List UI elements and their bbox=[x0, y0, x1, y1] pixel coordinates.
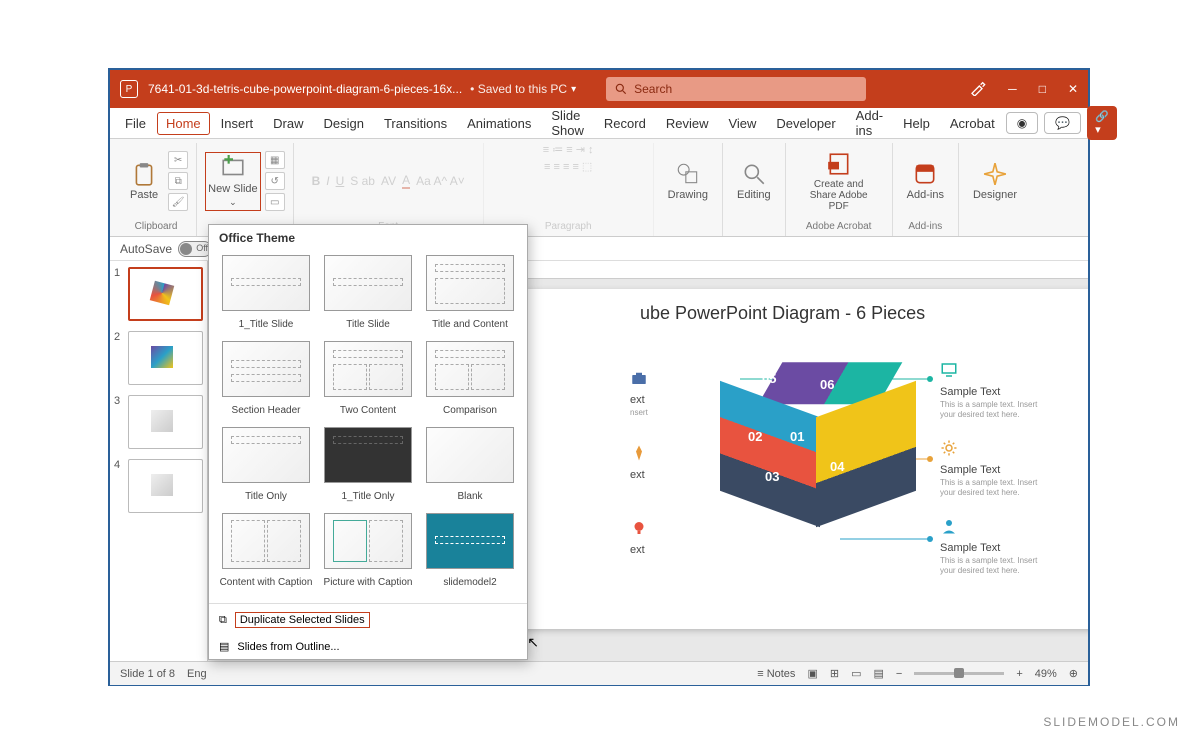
rocket-icon bbox=[630, 444, 648, 462]
menu-record[interactable]: Record bbox=[595, 111, 655, 136]
menu-draw[interactable]: Draw bbox=[264, 111, 312, 136]
menu-file[interactable]: File bbox=[116, 111, 155, 136]
close-button[interactable]: ✕ bbox=[1068, 82, 1078, 96]
designer-icon bbox=[982, 161, 1008, 187]
layout-option[interactable]: Comparison bbox=[423, 341, 517, 421]
minimize-button[interactable]: ─ bbox=[1008, 82, 1017, 96]
zoom-slider[interactable] bbox=[914, 672, 1004, 675]
sorter-view-button[interactable]: ⊞ bbox=[830, 667, 839, 680]
menu-animations[interactable]: Animations bbox=[458, 111, 540, 136]
menu-bar: File Home Insert Draw Design Transitions… bbox=[110, 108, 1088, 139]
layout-option[interactable]: Content with Caption bbox=[219, 513, 313, 593]
menu-review[interactable]: Review bbox=[657, 111, 718, 136]
slide-thumbnail-2[interactable]: 2 bbox=[114, 331, 203, 385]
shapes-icon bbox=[675, 161, 701, 187]
autosave-toggle[interactable]: Off bbox=[178, 241, 212, 257]
copy-button[interactable]: ⧉ bbox=[168, 172, 188, 190]
user-icon bbox=[940, 517, 958, 535]
title-bar: P 7641-01-3d-tetris-cube-powerpoint-diag… bbox=[110, 70, 1088, 108]
menu-addins[interactable]: Add-ins bbox=[847, 103, 892, 143]
maximize-button[interactable]: □ bbox=[1039, 82, 1046, 96]
outline-icon: ▤ bbox=[219, 640, 229, 653]
section-button[interactable]: ▭ bbox=[265, 193, 285, 211]
title-dropdown-icon[interactable]: ▾ bbox=[571, 84, 576, 95]
menu-design[interactable]: Design bbox=[315, 111, 373, 136]
menu-help[interactable]: Help bbox=[894, 111, 939, 136]
pdf-icon bbox=[826, 151, 852, 177]
editing-button[interactable]: Editing bbox=[731, 157, 777, 205]
ribbon: Paste ✂ ⧉ 🖌 Clipboard New Slide ⌄ ▦ ↺ bbox=[110, 139, 1088, 237]
reset-button[interactable]: ↺ bbox=[265, 172, 285, 190]
layout-option[interactable]: 1_Title Slide bbox=[219, 255, 313, 335]
powerpoint-app-icon: P bbox=[120, 80, 138, 98]
bulb-icon bbox=[630, 519, 648, 537]
menu-developer[interactable]: Developer bbox=[767, 111, 844, 136]
slide-thumbnail-panel[interactable]: 1 2 3 4 bbox=[110, 261, 208, 661]
search-icon bbox=[614, 82, 628, 96]
zoom-in-button[interactable]: + bbox=[1016, 668, 1022, 680]
language-status[interactable]: Eng bbox=[187, 668, 207, 680]
cursor-icon: ↖ bbox=[527, 634, 539, 651]
menu-slideshow[interactable]: Slide Show bbox=[542, 103, 593, 143]
briefcase-icon bbox=[630, 369, 648, 387]
notes-button[interactable]: ≡ Notes bbox=[757, 668, 795, 680]
new-slide-icon bbox=[220, 155, 246, 181]
slide-thumbnail-3[interactable]: 3 bbox=[114, 395, 203, 449]
ink-icon[interactable] bbox=[970, 80, 986, 99]
adobe-pdf-button[interactable]: Create and Share Adobe PDF bbox=[794, 147, 884, 216]
slideshow-view-button[interactable]: ▤ bbox=[873, 667, 883, 680]
zoom-level[interactable]: 49% bbox=[1035, 668, 1057, 680]
layout-option[interactable]: Title and Content bbox=[423, 255, 517, 335]
gear-icon bbox=[940, 439, 958, 457]
paste-button[interactable]: Paste bbox=[124, 157, 164, 205]
format-painter-button[interactable]: 🖌 bbox=[168, 193, 188, 211]
layout-option[interactable]: Title Slide bbox=[321, 255, 415, 335]
share-button[interactable]: 🔗 ▾ bbox=[1087, 106, 1117, 140]
monitor-icon bbox=[940, 361, 958, 379]
slide-counter: Slide 1 of 8 bbox=[120, 668, 175, 680]
duplicate-selected-slides[interactable]: ⧉ Duplicate Selected Slides bbox=[209, 606, 527, 634]
clipboard-icon bbox=[131, 161, 157, 187]
menu-view[interactable]: View bbox=[719, 111, 765, 136]
layout-button[interactable]: ▦ bbox=[265, 151, 285, 169]
duplicate-icon: ⧉ bbox=[219, 614, 227, 627]
layout-option[interactable]: Picture with Caption bbox=[321, 513, 415, 593]
new-slide-layout-gallery: Office Theme 1_Title Slide Title Slide T… bbox=[208, 224, 528, 660]
drawing-button[interactable]: Drawing bbox=[662, 157, 714, 205]
layout-option[interactable]: 1_Title Only bbox=[321, 427, 415, 507]
normal-view-button[interactable]: ▣ bbox=[807, 667, 817, 680]
layout-option[interactable]: Two Content bbox=[321, 341, 415, 421]
menu-acrobat[interactable]: Acrobat bbox=[941, 111, 1004, 136]
slide-thumbnail-4[interactable]: 4 bbox=[114, 459, 203, 513]
new-slide-button[interactable]: New Slide ⌄ bbox=[205, 152, 261, 211]
fit-button[interactable]: ⊕ bbox=[1069, 667, 1078, 680]
menu-insert[interactable]: Insert bbox=[212, 111, 263, 136]
menu-home[interactable]: Home bbox=[157, 112, 210, 135]
save-status: • Saved to this PC bbox=[470, 82, 567, 96]
menu-transitions[interactable]: Transitions bbox=[375, 111, 456, 136]
cut-button[interactable]: ✂ bbox=[168, 151, 188, 169]
layout-option[interactable]: Title Only bbox=[219, 427, 313, 507]
status-bar: Slide 1 of 8 Eng ≡ Notes ▣ ⊞ ▭ ▤ − + 49%… bbox=[110, 661, 1088, 685]
designer-button[interactable]: Designer bbox=[967, 157, 1023, 205]
clipboard-group-label: Clipboard bbox=[135, 219, 178, 236]
reading-view-button[interactable]: ▭ bbox=[851, 667, 861, 680]
layout-option[interactable]: slidemodel2 bbox=[423, 513, 517, 593]
slides-from-outline[interactable]: ▤ Slides from Outline... bbox=[209, 634, 527, 659]
document-title: 7641-01-3d-tetris-cube-powerpoint-diagra… bbox=[148, 82, 462, 96]
watermark: SLIDEMODEL.COM bbox=[1043, 715, 1180, 729]
record-toolbar-button[interactable]: ◉ bbox=[1006, 112, 1038, 134]
tetris-cube-diagram: 05 06 02 01 03 04 bbox=[720, 359, 920, 559]
search-input[interactable]: Search bbox=[606, 77, 866, 101]
zoom-out-button[interactable]: − bbox=[896, 668, 902, 680]
layout-option[interactable]: Blank bbox=[423, 427, 517, 507]
find-icon bbox=[741, 161, 767, 187]
comments-button[interactable]: 💬 bbox=[1044, 112, 1081, 134]
slide-thumbnail-1[interactable]: 1 bbox=[114, 267, 203, 321]
layout-option[interactable]: Section Header bbox=[219, 341, 313, 421]
addins-button[interactable]: Add-ins bbox=[901, 157, 950, 205]
addins-icon bbox=[912, 161, 938, 187]
gallery-header: Office Theme bbox=[209, 225, 527, 251]
